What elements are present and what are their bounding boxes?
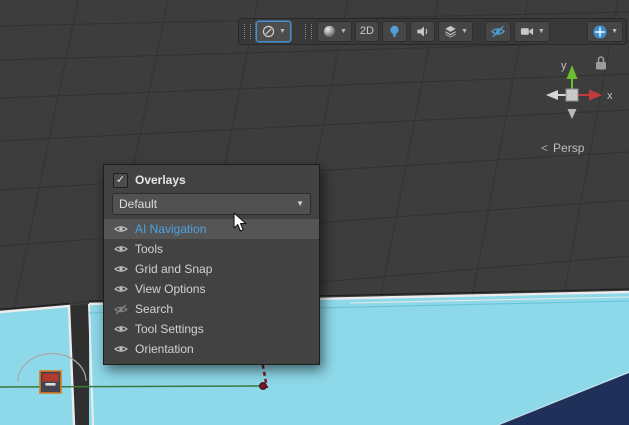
scene-toolbar: ▼ ▼ 2D <box>238 18 627 45</box>
overlay-menu-item-ai-navigation[interactable]: AI Navigation <box>104 219 319 239</box>
overlay-item-label: AI Navigation <box>135 222 206 236</box>
effects-dropdown-button[interactable]: ▼ <box>438 21 473 42</box>
overlay-item-label: Orientation <box>135 342 194 356</box>
chevron-left-icon: < <box>541 141 548 155</box>
overlay-item-label: Search <box>135 302 173 316</box>
path-endpoint-dot <box>260 383 267 390</box>
overlays-enabled-checkbox[interactable]: ✓ <box>113 173 128 188</box>
chevron-down-icon: ▼ <box>296 200 304 208</box>
overlays-popup-menu: ✓ Overlays Default ▼ AI Navigation Tools… <box>103 164 320 365</box>
lock-icon[interactable] <box>596 57 606 70</box>
eye-icon[interactable] <box>113 224 128 234</box>
axis-negative-x[interactable] <box>546 90 566 100</box>
shaded-sphere-icon <box>322 24 337 39</box>
chevron-down-icon: ▼ <box>340 28 347 35</box>
overlay-menu-item-tools[interactable]: Tools <box>104 239 319 259</box>
chevron-down-icon: ▼ <box>538 28 545 35</box>
unity-scene-view: ▼ ▼ 2D <box>0 0 629 425</box>
overlay-item-label: Grid and Snap <box>135 262 212 276</box>
audio-icon <box>415 24 430 39</box>
camera-icon <box>519 24 535 39</box>
overlay-preset-dropdown[interactable]: Default ▼ <box>112 193 311 215</box>
selected-scene-object[interactable] <box>40 371 61 393</box>
effects-icon <box>443 24 458 39</box>
overlay-drag-handle[interactable] <box>244 24 251 39</box>
overlay-item-label: Tools <box>135 242 163 256</box>
overlays-menu-title: Overlays <box>135 173 186 187</box>
eye-icon[interactable] <box>113 264 128 274</box>
overlay-menu-item-grid-and-snap[interactable]: Grid and Snap <box>104 259 319 279</box>
navmesh-floor-left <box>0 304 74 425</box>
gizmo-target-icon <box>592 24 608 40</box>
chevron-down-icon: ▼ <box>279 28 286 35</box>
axis-x-label: x <box>607 90 613 102</box>
eye-icon[interactable] <box>113 284 128 294</box>
projection-toggle[interactable]: < Persp <box>541 141 584 155</box>
eye-slash-icon <box>490 24 506 39</box>
gizmo-center-cube[interactable] <box>566 89 578 101</box>
overlay-menu-item-view-options[interactable]: View Options <box>104 279 319 299</box>
scene-lighting-button[interactable] <box>382 21 407 42</box>
overlay-menu-item-tool-settings[interactable]: Tool Settings <box>104 319 319 339</box>
overlay-menu-item-search[interactable]: Search <box>104 299 319 319</box>
chevron-down-icon: ▼ <box>611 28 618 35</box>
axis-y-label: y <box>561 60 567 72</box>
2d-toggle-label: 2D <box>360 26 374 37</box>
eye-icon[interactable] <box>113 244 128 254</box>
eye-slash-icon[interactable] <box>113 304 128 315</box>
2d-toggle-button[interactable]: 2D <box>355 21 379 42</box>
scene-audio-button[interactable] <box>410 21 435 42</box>
camera-settings-button[interactable]: ▼ <box>514 21 550 42</box>
eye-icon[interactable] <box>113 324 128 334</box>
axis-x[interactable]: x <box>578 90 613 103</box>
gizmos-dropdown-button[interactable]: ▼ <box>587 21 623 42</box>
overlay-item-label: Tool Settings <box>135 322 204 336</box>
overlays-menu-button[interactable]: ▼ <box>256 21 291 42</box>
overlays-menu-header: ✓ Overlays <box>104 169 319 191</box>
scene-visibility-button[interactable] <box>485 21 511 42</box>
overlays-icon <box>261 24 276 39</box>
axis-negative-y[interactable] <box>568 109 577 119</box>
projection-label: Persp <box>553 141 584 155</box>
check-icon: ✓ <box>116 175 125 186</box>
eye-icon[interactable] <box>113 344 128 354</box>
draw-mode-button[interactable]: ▼ <box>317 21 352 42</box>
orientation-gizmo[interactable]: y x <box>528 52 624 130</box>
lightbulb-icon <box>387 24 402 39</box>
overlay-preset-value: Default <box>119 197 295 211</box>
chevron-down-icon: ▼ <box>461 28 468 35</box>
overlay-drag-handle[interactable] <box>305 24 312 39</box>
overlay-item-label: View Options <box>135 282 205 296</box>
overlay-menu-item-orientation[interactable]: Orientation <box>104 339 319 359</box>
